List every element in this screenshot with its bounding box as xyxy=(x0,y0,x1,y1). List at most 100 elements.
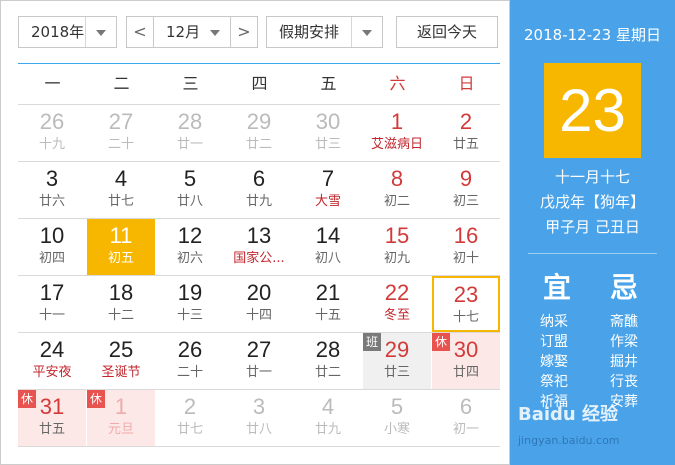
day-cell[interactable]: 26 十九 xyxy=(18,105,86,161)
day-cell[interactable]: 29 廿二 xyxy=(225,105,293,161)
ji-list: 斋醮 作梁 掘井 行丧 安葬 xyxy=(610,312,638,412)
lunar-date: 十一月十七 xyxy=(554,168,630,186)
yi-list: 纳采 订盟 嫁娶 祭祀 祈福 xyxy=(540,312,568,412)
lunar-day: 廿一 xyxy=(245,365,272,380)
lunar-day: 十一 xyxy=(38,308,65,323)
day-cell[interactable]: 12 初六 xyxy=(156,219,224,275)
day-cell[interactable]: 班 29 廿三 xyxy=(363,333,431,389)
ji-item: 掘井 xyxy=(610,354,638,370)
day-number: 3 xyxy=(252,394,266,419)
weekday-header: 一 xyxy=(44,74,61,93)
day-cell[interactable]: 15 初九 xyxy=(363,219,431,275)
day-cell[interactable]: 18 十二 xyxy=(87,276,155,332)
day-number: 1 xyxy=(390,109,404,134)
day-cell[interactable]: 休 30 廿四 xyxy=(432,333,500,389)
day-cell[interactable]: 28 廿二 xyxy=(294,333,362,389)
year-select[interactable]: 2018年 xyxy=(18,16,117,48)
day-cell[interactable]: 17 十一 xyxy=(18,276,86,332)
year-ganzhi: 戊戌年【狗年】 xyxy=(539,193,645,211)
day-cell[interactable]: 5 廿八 xyxy=(156,162,224,218)
weekday-header: 六 xyxy=(389,74,406,93)
day-number: 12 xyxy=(177,223,203,248)
divider xyxy=(528,253,657,254)
yi-title: 宜 xyxy=(543,271,572,304)
lunar-day: 廿二 xyxy=(245,137,272,152)
holiday-select[interactable]: 假期安排 xyxy=(266,16,383,48)
day-cell[interactable]: 26 二十 xyxy=(156,333,224,389)
chevron-down-icon[interactable] xyxy=(351,17,382,47)
lunar-day: 元旦 xyxy=(107,422,134,437)
lunar-day: 十二 xyxy=(107,308,134,323)
day-number: 11 xyxy=(109,223,133,248)
day-cell[interactable]: 7 大雪 xyxy=(294,162,362,218)
workday-badge: 班 xyxy=(363,333,381,351)
day-cell[interactable]: 16 初十 xyxy=(432,219,500,275)
year-select-value: 2018年 xyxy=(31,23,85,41)
day-number: 21 xyxy=(315,280,341,305)
day-cell[interactable]: 2 廿七 xyxy=(156,390,224,446)
festival-label: 圣诞节 xyxy=(101,365,141,380)
day-cell[interactable]: 21 十五 xyxy=(294,276,362,332)
day-cell[interactable]: 休 31 廿五 xyxy=(18,390,86,446)
day-cell[interactable]: 13 国家公... xyxy=(225,219,293,275)
day-cell[interactable]: 11 初五 xyxy=(87,219,155,275)
calendar-grid: 一二三四五六日 26 十九 27 二十 28 廿一 29 廿二 30 廿三 1 艾滋病日 2 廿五 3 廿六 4 廿… xyxy=(18,63,500,448)
next-month-button[interactable]: > xyxy=(230,16,258,48)
day-number: 30 xyxy=(315,109,341,134)
day-cell[interactable]: 19 十三 xyxy=(156,276,224,332)
day-cell[interactable]: 22 冬至 xyxy=(363,276,431,332)
day-cell[interactable]: 9 初三 xyxy=(432,162,500,218)
lunar-day: 廿八 xyxy=(176,194,203,209)
day-cell[interactable]: 25 圣诞节 xyxy=(87,333,155,389)
day-number: 27 xyxy=(108,109,134,134)
lunar-day: 初六 xyxy=(176,251,203,266)
day-number: 8 xyxy=(390,166,404,191)
prev-month-button[interactable]: < xyxy=(126,16,154,48)
holiday-badge: 休 xyxy=(432,333,450,351)
back-to-today-button[interactable]: 返回今天 xyxy=(396,16,498,48)
lunar-day: 廿五 xyxy=(38,422,65,437)
row-divider xyxy=(18,446,500,447)
lunar-day: 十九 xyxy=(38,137,65,152)
day-cell[interactable]: 23 十七 xyxy=(432,276,500,332)
day-number: 14 xyxy=(315,223,341,248)
day-number: 25 xyxy=(108,337,134,362)
day-cell[interactable]: 28 廿一 xyxy=(156,105,224,161)
day-cell[interactable]: 休 1 元旦 xyxy=(87,390,155,446)
day-cell[interactable]: 8 初二 xyxy=(363,162,431,218)
chevron-down-icon[interactable] xyxy=(85,17,116,47)
ji-title: 忌 xyxy=(610,271,639,304)
day-cell[interactable]: 4 廿九 xyxy=(294,390,362,446)
day-cell[interactable]: 2 廿五 xyxy=(432,105,500,161)
watermark: Baidu 经验 jingyan.baidu.com xyxy=(518,400,668,447)
day-cell[interactable]: 24 平安夜 xyxy=(18,333,86,389)
festival-label: 国家公... xyxy=(233,251,285,266)
day-cell[interactable]: 20 十四 xyxy=(225,276,293,332)
day-cell[interactable]: 3 廿六 xyxy=(18,162,86,218)
day-cell[interactable]: 6 初一 xyxy=(432,390,500,446)
lunar-day: 廿七 xyxy=(176,422,203,437)
day-cell[interactable]: 5 小寒 xyxy=(363,390,431,446)
day-cell[interactable]: 1 艾滋病日 xyxy=(363,105,431,161)
day-number: 13 xyxy=(246,223,272,248)
day-cell[interactable]: 4 廿七 xyxy=(87,162,155,218)
month-select[interactable]: 12月 xyxy=(153,16,231,48)
day-cell[interactable]: 30 廿三 xyxy=(294,105,362,161)
day-cell[interactable]: 10 初四 xyxy=(18,219,86,275)
day-number: 10 xyxy=(39,223,65,248)
lunar-day: 初八 xyxy=(314,251,341,266)
day-cell[interactable]: 14 初八 xyxy=(294,219,362,275)
day-cell[interactable]: 27 廿一 xyxy=(225,333,293,389)
lunar-day: 初九 xyxy=(383,251,410,266)
lunar-day: 廿五 xyxy=(452,137,479,152)
day-number: 18 xyxy=(108,280,134,305)
lunar-day: 初一 xyxy=(452,422,479,437)
ji-item: 作梁 xyxy=(610,334,638,350)
chevron-down-icon[interactable] xyxy=(200,17,230,47)
holiday-select-value: 假期安排 xyxy=(279,23,340,41)
day-cell[interactable]: 3 廿八 xyxy=(225,390,293,446)
day-cell[interactable]: 6 廿九 xyxy=(225,162,293,218)
day-number: 4 xyxy=(114,166,128,191)
festival-label: 冬至 xyxy=(383,308,410,323)
day-cell[interactable]: 27 二十 xyxy=(87,105,155,161)
